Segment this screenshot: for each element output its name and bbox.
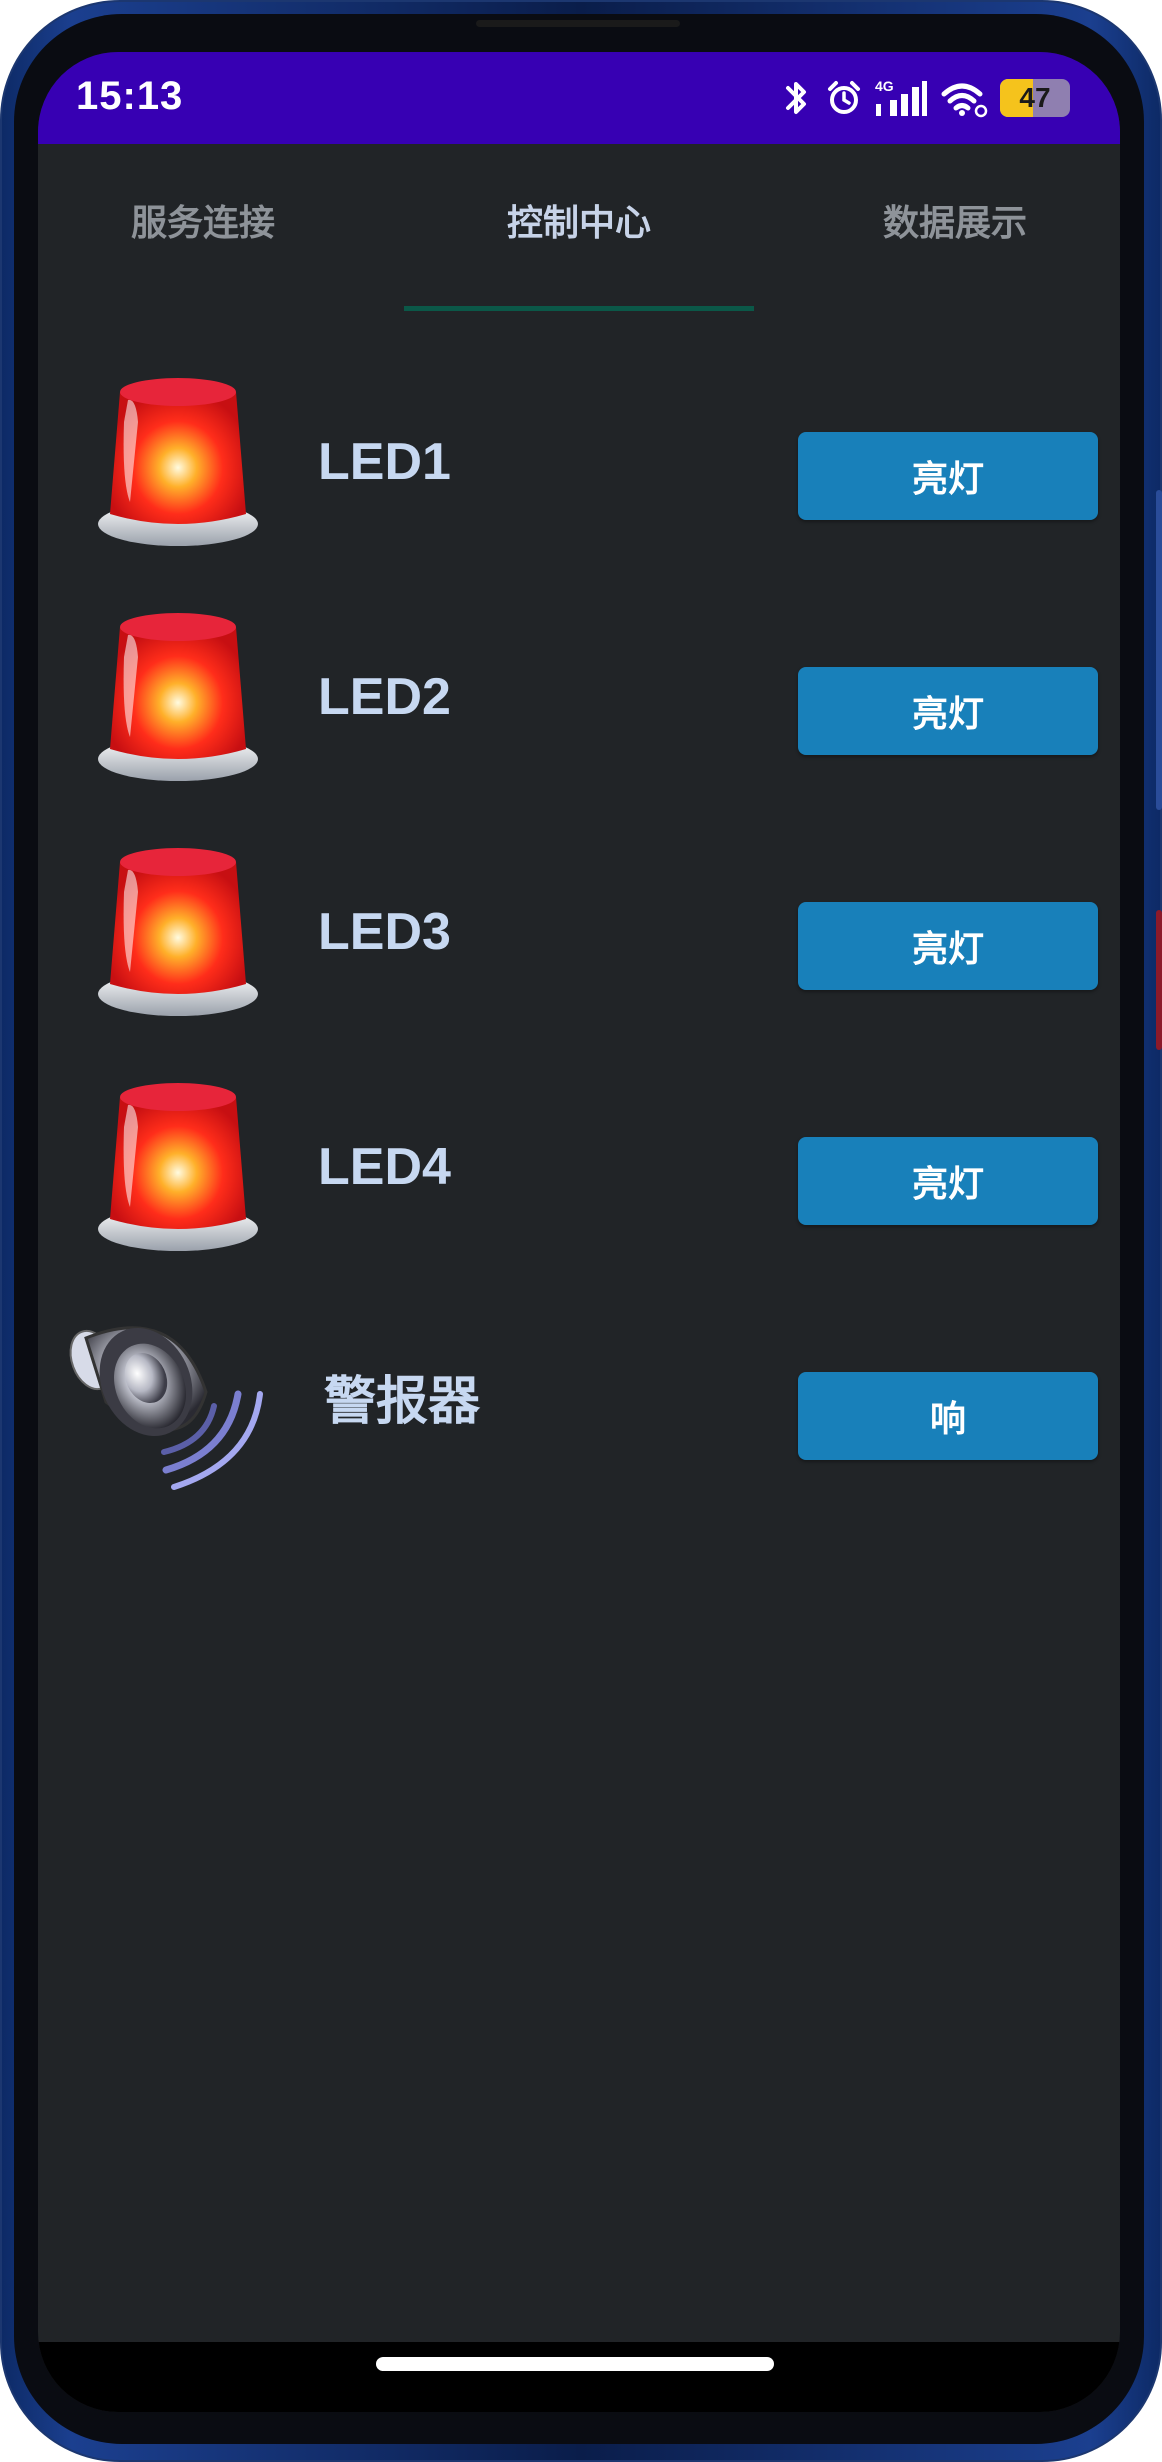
speaker-icon: [56, 1302, 276, 1502]
volume-button: [1156, 490, 1162, 810]
tab-data-display[interactable]: 数据展示: [790, 172, 1120, 268]
device-label: LED4: [318, 1138, 451, 1196]
red-beacon-icon: [88, 362, 268, 562]
red-beacon-icon: [88, 832, 268, 1032]
power-button: [1156, 910, 1162, 1050]
device-label: LED2: [318, 668, 451, 726]
battery-icon: 47: [1000, 79, 1070, 117]
alarm-icon: [828, 81, 860, 114]
led2-toggle-button[interactable]: 亮灯: [798, 667, 1098, 755]
app-screen: 15:13 4G 47 服务连接 控制中心 数据展示 LED1 亮灯 LED2 …: [38, 52, 1120, 2412]
alarm-toggle-button[interactable]: 响: [798, 1372, 1098, 1460]
tab-bar: 服务连接 控制中心 数据展示: [38, 172, 1120, 268]
device-row-led3: LED3 亮灯: [38, 832, 1120, 1032]
tab-service-connect[interactable]: 服务连接: [38, 172, 368, 268]
device-row-led2: LED2 亮灯: [38, 597, 1120, 797]
network-type-label: 4G: [875, 78, 894, 94]
bluetooth-icon: [786, 82, 806, 114]
led3-toggle-button[interactable]: 亮灯: [798, 902, 1098, 990]
device-row-alarm: 警报器 响: [38, 1302, 1120, 1502]
device-label: 警报器: [324, 1373, 481, 1431]
device-row-led1: LED1 亮灯: [38, 362, 1120, 562]
red-beacon-icon: [88, 1067, 268, 1267]
status-bar: 15:13 4G 47: [38, 52, 1120, 144]
earpiece-speaker: [476, 20, 680, 27]
led4-toggle-button[interactable]: 亮灯: [798, 1137, 1098, 1225]
tab-indicator: [404, 306, 754, 311]
signal-4g-icon: 4G: [875, 78, 927, 116]
device-label: LED1: [318, 433, 451, 491]
battery-level: 47: [1019, 82, 1051, 113]
home-indicator[interactable]: [376, 2357, 774, 2371]
status-icons: 4G 47: [778, 76, 1070, 120]
red-beacon-icon: [88, 597, 268, 797]
device-label: LED3: [318, 903, 451, 961]
device-row-led4: LED4 亮灯: [38, 1067, 1120, 1267]
navigation-bar: [38, 2342, 1120, 2412]
tab-control-center[interactable]: 控制中心: [404, 172, 754, 268]
status-time: 15:13: [76, 74, 184, 118]
led1-toggle-button[interactable]: 亮灯: [798, 432, 1098, 520]
wifi-icon: [941, 83, 988, 118]
